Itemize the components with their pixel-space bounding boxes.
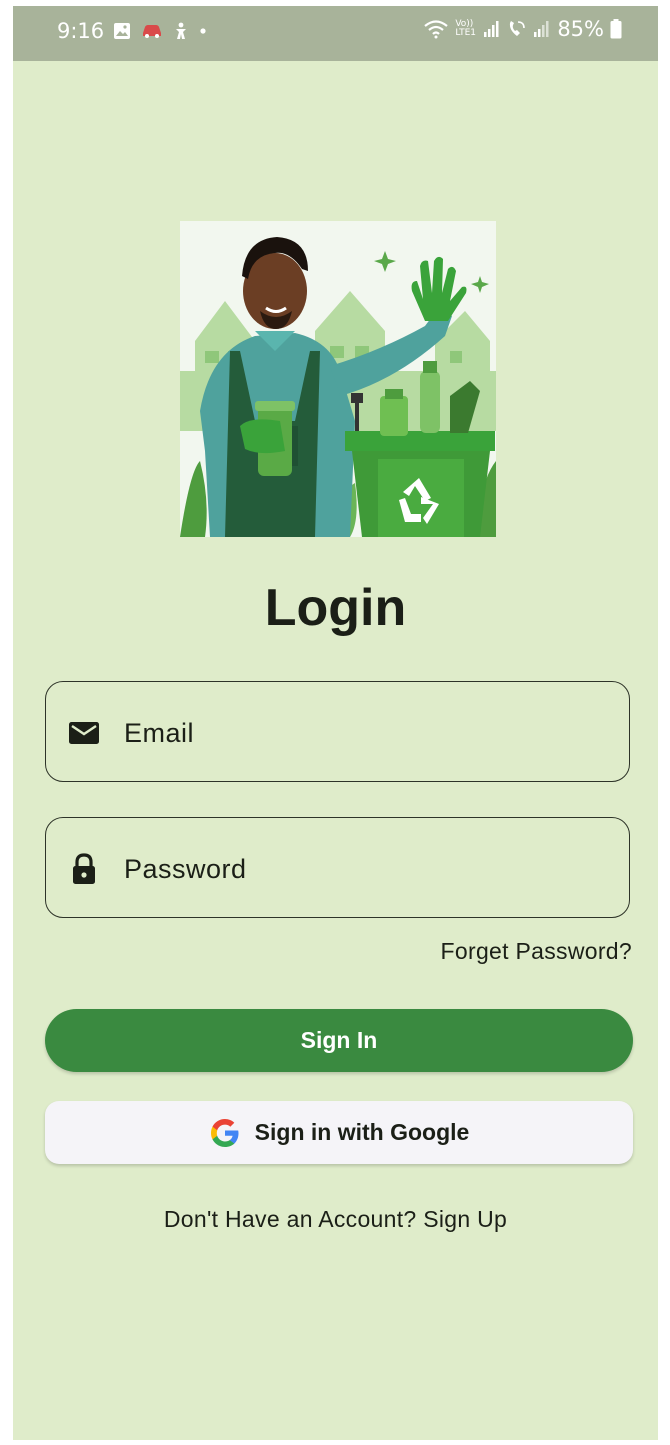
accessibility-icon <box>176 22 186 39</box>
page-title: Login <box>264 579 407 637</box>
sign-in-button[interactable]: Sign In <box>45 1009 633 1072</box>
battery-percent: 85% <box>557 17 604 41</box>
status-right: Vo)) LTE1 85% <box>423 17 622 41</box>
forgot-password-link[interactable]: Forget Password? <box>441 938 632 965</box>
google-sign-in-button[interactable]: Sign in with Google <box>45 1101 633 1164</box>
password-field[interactable] <box>45 817 630 918</box>
email-field[interactable] <box>45 681 630 782</box>
google-button-label: Sign in with Google <box>254 1119 470 1145</box>
signal-icon-2 <box>534 21 549 37</box>
status-time: 9:16 <box>57 19 105 43</box>
password-input[interactable] <box>122 836 606 902</box>
sign-up-link[interactable]: Don't Have an Account? Sign Up <box>13 1206 658 1233</box>
wifi-calling-icon <box>510 21 526 36</box>
car-icon <box>143 25 161 38</box>
wifi-icon <box>424 20 449 39</box>
gallery-icon <box>114 23 130 39</box>
network-label: Vo)) LTE1 <box>455 19 476 38</box>
google-icon <box>210 1118 239 1147</box>
notification-icons <box>113 22 207 40</box>
dot-icon <box>200 28 206 34</box>
signal-icon <box>484 21 499 37</box>
mail-icon <box>69 722 99 744</box>
lock-icon <box>73 853 95 884</box>
status-bar: 9:16 Vo)) LTE1 85% <box>13 6 658 61</box>
email-input[interactable] <box>122 700 606 766</box>
battery-icon <box>610 19 622 39</box>
app-screen: 9:16 Vo)) LTE1 85% Login Email Forget Pa… <box>13 6 658 1440</box>
recycling-illustration <box>180 221 496 537</box>
